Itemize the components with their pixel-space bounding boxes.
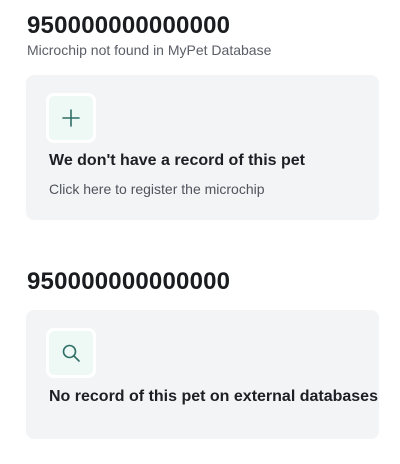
card-title: No record of this pet on external databa… bbox=[49, 388, 378, 405]
add-icon-tile[interactable] bbox=[46, 93, 96, 143]
microchip-number: 950000000000000 bbox=[27, 12, 231, 39]
microchip-status: Microchip not found in MyPet Database bbox=[27, 42, 272, 58]
external-section: 950000000000000 No record of this pet on… bbox=[0, 262, 400, 462]
card-title: We don't have a record of this pet bbox=[49, 152, 305, 169]
microchip-number: 950000000000000 bbox=[27, 268, 231, 295]
search-icon bbox=[62, 344, 80, 362]
register-card[interactable]: We don't have a record of this pet Click… bbox=[26, 75, 379, 220]
register-microchip-link[interactable]: Click here to register the microchip bbox=[49, 180, 265, 198]
external-databases-card: No record of this pet on external databa… bbox=[26, 310, 379, 439]
search-icon-tile bbox=[46, 328, 96, 378]
plus-icon bbox=[62, 109, 80, 127]
mypet-section: 950000000000000 Microchip not found in M… bbox=[0, 0, 400, 230]
